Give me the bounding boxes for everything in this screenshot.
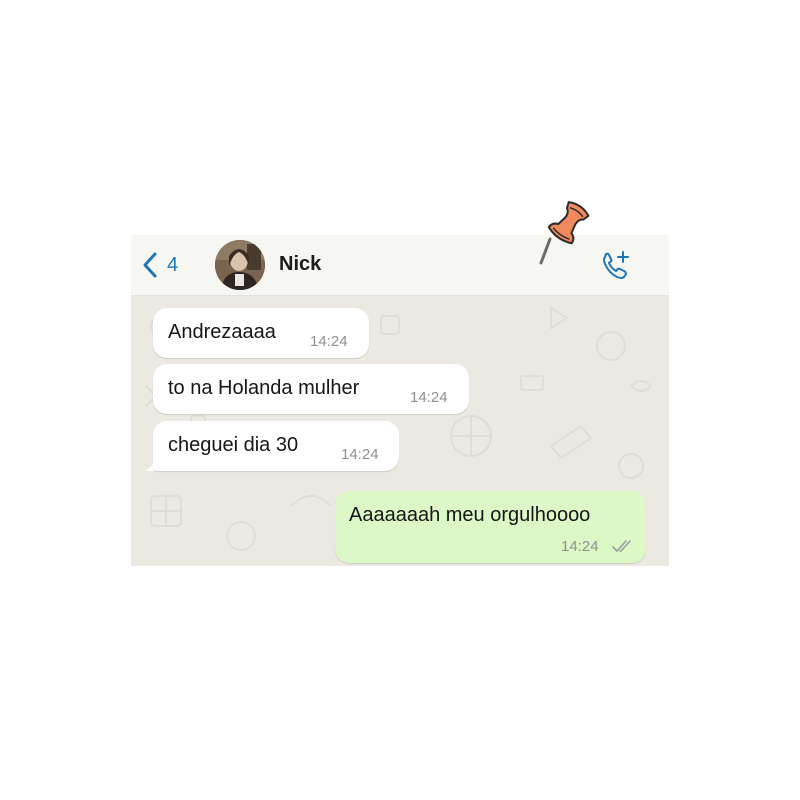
- message-bubble[interactable]: cheguei dia 30 14:24: [153, 421, 399, 471]
- message-text: Andrezaaaa: [168, 321, 276, 343]
- message-text: Aaaaaaah meu orgulhoooo: [349, 504, 591, 526]
- message-bubble[interactable]: to na Holanda mulher 14:24: [153, 364, 469, 414]
- avatar[interactable]: [215, 240, 265, 290]
- double-check-icon: [612, 540, 631, 552]
- message-bubble[interactable]: Andrezaaaa 14:24: [153, 308, 369, 358]
- contact-name[interactable]: Nick: [279, 253, 321, 276]
- chat-window: 4 Nick Andrezaaaa 14:24 to na Holanda mu…: [131, 235, 669, 566]
- message-bubble-outgoing[interactable]: Aaaaaaah meu orgulhoooo 14:24: [335, 491, 646, 563]
- back-button[interactable]: 4: [141, 250, 178, 280]
- phone-plus-icon: [603, 251, 629, 279]
- chat-body: Andrezaaaa 14:24 to na Holanda mulher 14…: [131, 296, 669, 566]
- message-timestamp: 14:24: [561, 538, 599, 555]
- message-timestamp: 14:24: [410, 389, 448, 406]
- message-timestamp: 14:24: [341, 446, 379, 463]
- pushpin-icon: [539, 201, 590, 265]
- contact-photo: [215, 240, 265, 290]
- message-timestamp: 14:24: [310, 333, 348, 350]
- unread-count: 4: [167, 253, 179, 276]
- message-text: cheguei dia 30: [168, 434, 299, 456]
- message-text: to na Holanda mulher: [168, 377, 360, 399]
- add-call-button[interactable]: [597, 247, 633, 283]
- chevron-left-icon: [143, 252, 157, 278]
